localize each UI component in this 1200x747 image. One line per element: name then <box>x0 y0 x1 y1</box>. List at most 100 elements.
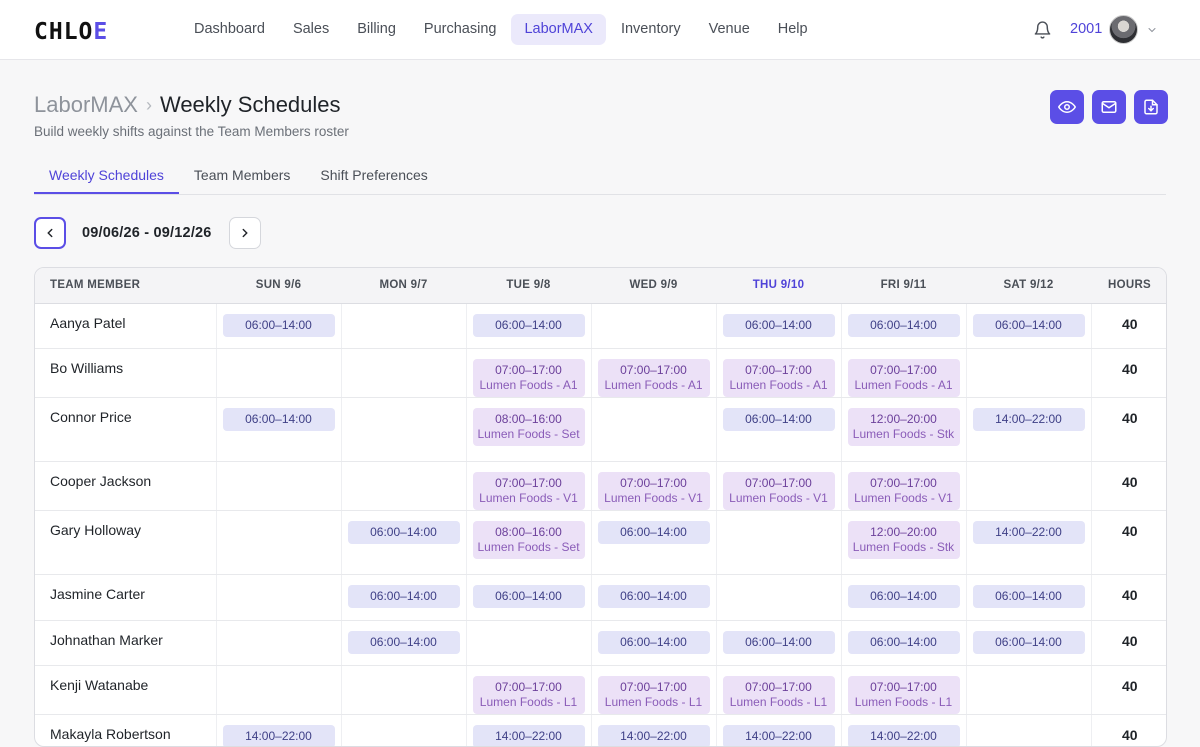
schedule-cell[interactable]: 07:00–17:00Lumen Foods - V1 <box>841 461 966 510</box>
breadcrumb-parent[interactable]: LaborMAX <box>34 92 138 118</box>
schedule-cell[interactable]: 06:00–14:00 <box>341 620 466 665</box>
schedule-cell[interactable]: 14:00–22:00 <box>966 397 1091 461</box>
schedule-cell[interactable]: 06:00–14:00 <box>841 303 966 348</box>
shift-chip[interactable]: 14:00–22:00 <box>973 408 1085 431</box>
schedule-cell[interactable] <box>216 620 341 665</box>
shift-chip[interactable]: 14:00–22:00 <box>598 725 710 747</box>
schedule-cell[interactable] <box>966 665 1091 714</box>
schedule-cell[interactable] <box>466 620 591 665</box>
nav-item-inventory[interactable]: Inventory <box>608 14 694 45</box>
schedule-cell[interactable] <box>216 510 341 574</box>
shift-chip[interactable]: 06:00–14:00 <box>848 314 960 337</box>
download-button[interactable] <box>1134 90 1168 124</box>
bell-icon[interactable] <box>1033 20 1052 40</box>
schedule-cell[interactable]: 06:00–14:00 <box>466 574 591 620</box>
schedule-cell[interactable]: 06:00–14:00 <box>341 510 466 574</box>
shift-chip[interactable]: 07:00–17:00Lumen Foods - A1 <box>473 359 585 397</box>
tab-weekly-schedules[interactable]: Weekly Schedules <box>34 160 179 194</box>
shift-chip[interactable]: 06:00–14:00 <box>473 314 585 337</box>
schedule-cell[interactable]: 14:00–22:00 <box>716 714 841 747</box>
schedule-cell[interactable]: 06:00–14:00 <box>591 574 716 620</box>
nav-item-labormax[interactable]: LaborMAX <box>511 14 606 45</box>
nav-item-help[interactable]: Help <box>765 14 821 45</box>
schedule-cell[interactable]: 07:00–17:00Lumen Foods - A1 <box>841 348 966 397</box>
shift-chip[interactable]: 07:00–17:00Lumen Foods - L1 <box>848 676 960 714</box>
shift-chip[interactable]: 06:00–14:00 <box>348 585 460 608</box>
schedule-cell[interactable]: 14:00–22:00 <box>216 714 341 747</box>
shift-chip[interactable]: 07:00–17:00Lumen Foods - V1 <box>473 472 585 510</box>
team-member-name[interactable]: Cooper Jackson <box>35 461 216 510</box>
shift-chip[interactable]: 06:00–14:00 <box>223 408 335 431</box>
chevron-down-icon[interactable] <box>1146 24 1158 36</box>
shift-chip[interactable]: 06:00–14:00 <box>598 631 710 654</box>
schedule-cell[interactable] <box>341 348 466 397</box>
tab-shift-preferences[interactable]: Shift Preferences <box>305 160 442 194</box>
shift-chip[interactable]: 06:00–14:00 <box>723 314 835 337</box>
schedule-cell[interactable]: 07:00–17:00Lumen Foods - V1 <box>591 461 716 510</box>
schedule-cell[interactable]: 06:00–14:00 <box>716 303 841 348</box>
avatar[interactable] <box>1109 15 1138 44</box>
shift-chip[interactable]: 07:00–17:00Lumen Foods - A1 <box>848 359 960 397</box>
next-week-button[interactable] <box>229 217 261 249</box>
schedule-cell[interactable]: 06:00–14:00 <box>716 397 841 461</box>
schedule-cell[interactable]: 07:00–17:00Lumen Foods - V1 <box>716 461 841 510</box>
team-member-name[interactable]: Gary Holloway <box>35 510 216 574</box>
schedule-cell[interactable]: 07:00–17:00Lumen Foods - L1 <box>716 665 841 714</box>
shift-chip[interactable]: 06:00–14:00 <box>598 585 710 608</box>
shift-chip[interactable]: 08:00–16:00Lumen Foods - Set <box>473 521 585 559</box>
schedule-cell[interactable]: 07:00–17:00Lumen Foods - A1 <box>591 348 716 397</box>
shift-chip[interactable]: 06:00–14:00 <box>848 631 960 654</box>
shift-chip[interactable]: 07:00–17:00Lumen Foods - A1 <box>598 359 710 397</box>
schedule-cell[interactable] <box>216 461 341 510</box>
tab-team-members[interactable]: Team Members <box>179 160 305 194</box>
team-member-name[interactable]: Kenji Watanabe <box>35 665 216 714</box>
schedule-cell[interactable]: 06:00–14:00 <box>591 620 716 665</box>
shift-chip[interactable]: 07:00–17:00Lumen Foods - V1 <box>848 472 960 510</box>
shift-chip[interactable]: 14:00–22:00 <box>973 521 1085 544</box>
schedule-cell[interactable]: 08:00–16:00Lumen Foods - Set <box>466 397 591 461</box>
shift-chip[interactable]: 07:00–17:00Lumen Foods - V1 <box>598 472 710 510</box>
schedule-cell[interactable] <box>966 348 1091 397</box>
schedule-cell[interactable] <box>341 303 466 348</box>
schedule-cell[interactable]: 12:00–20:00Lumen Foods - Stk <box>841 397 966 461</box>
schedule-cell[interactable] <box>716 510 841 574</box>
schedule-cell[interactable] <box>591 397 716 461</box>
shift-chip[interactable]: 14:00–22:00 <box>223 725 335 747</box>
schedule-cell[interactable]: 07:00–17:00Lumen Foods - A1 <box>716 348 841 397</box>
app-logo[interactable]: CHLOE <box>34 19 108 45</box>
schedule-cell[interactable] <box>716 574 841 620</box>
shift-chip[interactable]: 06:00–14:00 <box>723 631 835 654</box>
schedule-cell[interactable] <box>966 461 1091 510</box>
schedule-cell[interactable]: 06:00–14:00 <box>966 303 1091 348</box>
schedule-cell[interactable]: 07:00–17:00Lumen Foods - L1 <box>841 665 966 714</box>
shift-chip[interactable]: 07:00–17:00Lumen Foods - L1 <box>723 676 835 714</box>
email-button[interactable] <box>1092 90 1126 124</box>
schedule-cell[interactable] <box>341 397 466 461</box>
schedule-cell[interactable] <box>341 461 466 510</box>
schedule-cell[interactable] <box>591 303 716 348</box>
schedule-cell[interactable]: 06:00–14:00 <box>466 303 591 348</box>
schedule-cell[interactable] <box>216 574 341 620</box>
shift-chip[interactable]: 06:00–14:00 <box>348 521 460 544</box>
schedule-cell[interactable] <box>216 665 341 714</box>
shift-chip[interactable]: 08:00–16:00Lumen Foods - Set <box>473 408 585 446</box>
shift-chip[interactable]: 14:00–22:00 <box>848 725 960 747</box>
schedule-cell[interactable]: 12:00–20:00Lumen Foods - Stk <box>841 510 966 574</box>
shift-chip[interactable]: 06:00–14:00 <box>223 314 335 337</box>
shift-chip[interactable]: 06:00–14:00 <box>973 314 1085 337</box>
shift-chip[interactable]: 06:00–14:00 <box>348 631 460 654</box>
shift-chip[interactable]: 06:00–14:00 <box>973 585 1085 608</box>
schedule-cell[interactable]: 14:00–22:00 <box>841 714 966 747</box>
schedule-cell[interactable]: 07:00–17:00Lumen Foods - L1 <box>466 665 591 714</box>
shift-chip[interactable]: 06:00–14:00 <box>848 585 960 608</box>
shift-chip[interactable]: 14:00–22:00 <box>473 725 585 747</box>
shift-chip[interactable]: 12:00–20:00Lumen Foods - Stk <box>848 408 960 446</box>
schedule-cell[interactable]: 14:00–22:00 <box>466 714 591 747</box>
schedule-cell[interactable]: 14:00–22:00 <box>966 510 1091 574</box>
nav-item-purchasing[interactable]: Purchasing <box>411 14 510 45</box>
shift-chip[interactable]: 14:00–22:00 <box>723 725 835 747</box>
prev-week-button[interactable] <box>34 217 66 249</box>
schedule-cell[interactable] <box>341 714 466 747</box>
schedule-cell[interactable] <box>341 665 466 714</box>
schedule-cell[interactable]: 06:00–14:00 <box>216 397 341 461</box>
